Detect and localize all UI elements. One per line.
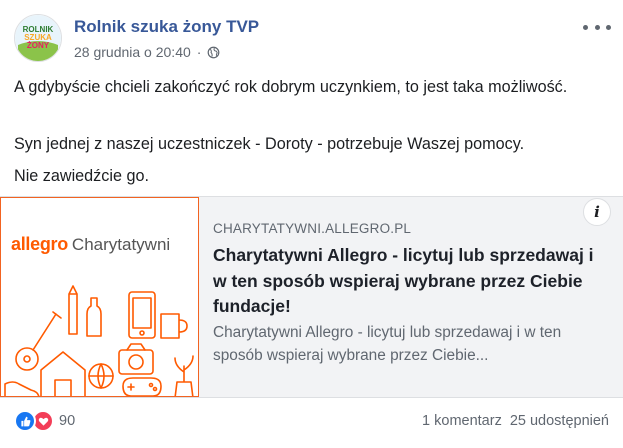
post-paragraph: Syn jednej z naszej uczestniczek - Dorot… — [14, 135, 525, 153]
post-paragraph: Nie zawiedźcie go. — [14, 167, 149, 185]
brand-name: allegro — [11, 234, 68, 254]
reaction-count[interactable]: 90 — [59, 413, 75, 429]
link-domain: CHARYTATYWNI.ALLEGRO.PL — [213, 221, 412, 236]
page-name-link[interactable]: Rolnik szuka żony TVP — [74, 17, 259, 37]
post-timestamp[interactable]: 28 grudnia o 20:40 — [74, 44, 191, 60]
page-avatar[interactable]: ROLNIK SZUKA ŻONY — [14, 14, 62, 62]
reactions-summary[interactable]: 90 — [14, 410, 75, 432]
info-icon[interactable]: i — [583, 198, 611, 226]
link-thumbnail[interactable]: allegro Charytatywni — [0, 197, 199, 397]
post-paragraph: A gdybyście chcieli zakończyć rok dobrym… — [14, 78, 568, 96]
meta-separator: · — [196, 44, 202, 60]
svg-text:ŻONY: ŻONY — [27, 41, 50, 50]
allegro-charytatywni-logo: allegro Charytatywni — [11, 234, 170, 255]
page-logo: ROLNIK SZUKA ŻONY — [15, 15, 61, 61]
link-preview-card[interactable]: allegro Charytatywni CHARYTATYWNI.ALLEGR… — [0, 196, 623, 398]
globe-icon[interactable] — [207, 46, 220, 59]
shares-count-link[interactable]: 25 udostępnień — [510, 413, 609, 429]
engagement-stats: 1 komentarz 25 udostępnień — [422, 413, 609, 429]
charity-items-illustration — [4, 285, 194, 396]
facebook-post: ROLNIK SZUKA ŻONY Rolnik szuka żony TVP … — [0, 0, 623, 448]
more-options-icon[interactable] — [583, 20, 611, 34]
comments-count-link[interactable]: 1 komentarz — [422, 413, 502, 429]
brand-sub: Charytatywni — [71, 235, 171, 254]
post-meta: 28 grudnia o 20:40 · — [74, 44, 220, 60]
like-icon — [14, 410, 36, 432]
link-title[interactable]: Charytatywni Allegro - licytuj lub sprze… — [213, 243, 603, 320]
link-description: Charytatywni Allegro - licytuj lub sprze… — [213, 324, 562, 364]
